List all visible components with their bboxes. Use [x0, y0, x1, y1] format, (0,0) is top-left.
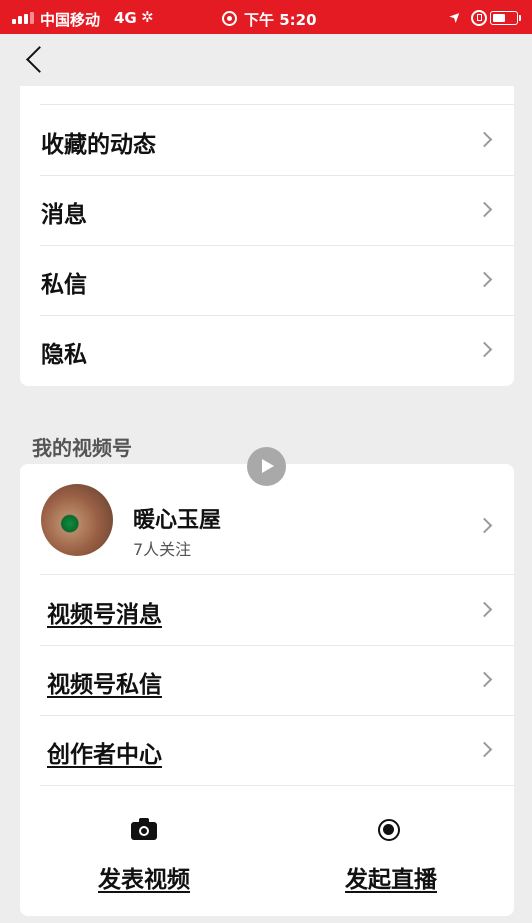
- clock-time: 下午 5:20: [244, 11, 317, 29]
- channel-item-messages[interactable]: 视频号消息: [40, 575, 514, 646]
- back-button[interactable]: [24, 46, 53, 76]
- network-type: 4G: [114, 9, 137, 27]
- start-live-button[interactable]: 发起直播: [291, 818, 491, 908]
- avatar: [41, 484, 113, 556]
- record-icon: [378, 819, 400, 841]
- section-title: 我的视频号: [32, 436, 132, 460]
- loading-icon: ✲: [141, 8, 154, 26]
- menu-item-messages[interactable]: 消息: [40, 175, 514, 246]
- menu-item-private-messages[interactable]: 私信: [40, 245, 514, 316]
- camera-icon: [131, 818, 157, 840]
- chevron-right-icon: [476, 601, 493, 618]
- menu-item-label: 隐私: [41, 342, 87, 368]
- chevron-right-icon: [476, 741, 493, 758]
- chevron-right-icon: [476, 671, 493, 688]
- chevron-right-icon: [476, 201, 493, 218]
- menu-item-privacy[interactable]: 隐私: [40, 315, 514, 385]
- alarm-icon: [222, 11, 237, 26]
- chevron-right-icon: [476, 131, 493, 148]
- follower-count: 7人关注: [133, 540, 192, 559]
- post-video-label: 发表视频: [98, 867, 190, 893]
- status-bar: 中国移动 4G ✲ 下午 5:20 ➤: [0, 0, 532, 34]
- menu-row-partial: [40, 86, 514, 105]
- channel-item-private-messages[interactable]: 视频号私信: [40, 645, 514, 716]
- signal-icon: [12, 12, 36, 24]
- chevron-right-icon: [476, 341, 493, 358]
- chevron-left-icon: [26, 46, 53, 73]
- chevron-right-icon: [476, 271, 493, 288]
- nav-bar: [0, 34, 532, 86]
- menu-item-label: 私信: [41, 272, 87, 298]
- channel-item-creator-center[interactable]: 创作者中心: [40, 715, 514, 786]
- channel-item-label: 视频号消息: [47, 602, 162, 628]
- channel-item-label: 视频号私信: [47, 672, 162, 698]
- play-icon[interactable]: [247, 447, 286, 486]
- menu-item-label: 消息: [41, 202, 87, 228]
- orientation-lock-icon: [471, 10, 487, 26]
- channel-name: 暖心玉屋: [133, 508, 222, 533]
- location-icon: ➤: [446, 7, 466, 27]
- start-live-label: 发起直播: [345, 867, 437, 893]
- channel-profile-row[interactable]: 暖心玉屋 7人关注: [40, 474, 514, 575]
- carrier-name: 中国移动: [40, 11, 101, 29]
- battery-icon: [490, 11, 521, 25]
- menu-item-label: 收藏的动态: [41, 132, 156, 158]
- menu-card: 收藏的动态 消息 私信 隐私: [20, 86, 514, 386]
- chevron-right-icon: [476, 517, 493, 534]
- menu-item-favorites[interactable]: 收藏的动态: [40, 105, 514, 176]
- post-video-button[interactable]: 发表视频: [44, 818, 244, 908]
- channel-item-label: 创作者中心: [47, 742, 162, 768]
